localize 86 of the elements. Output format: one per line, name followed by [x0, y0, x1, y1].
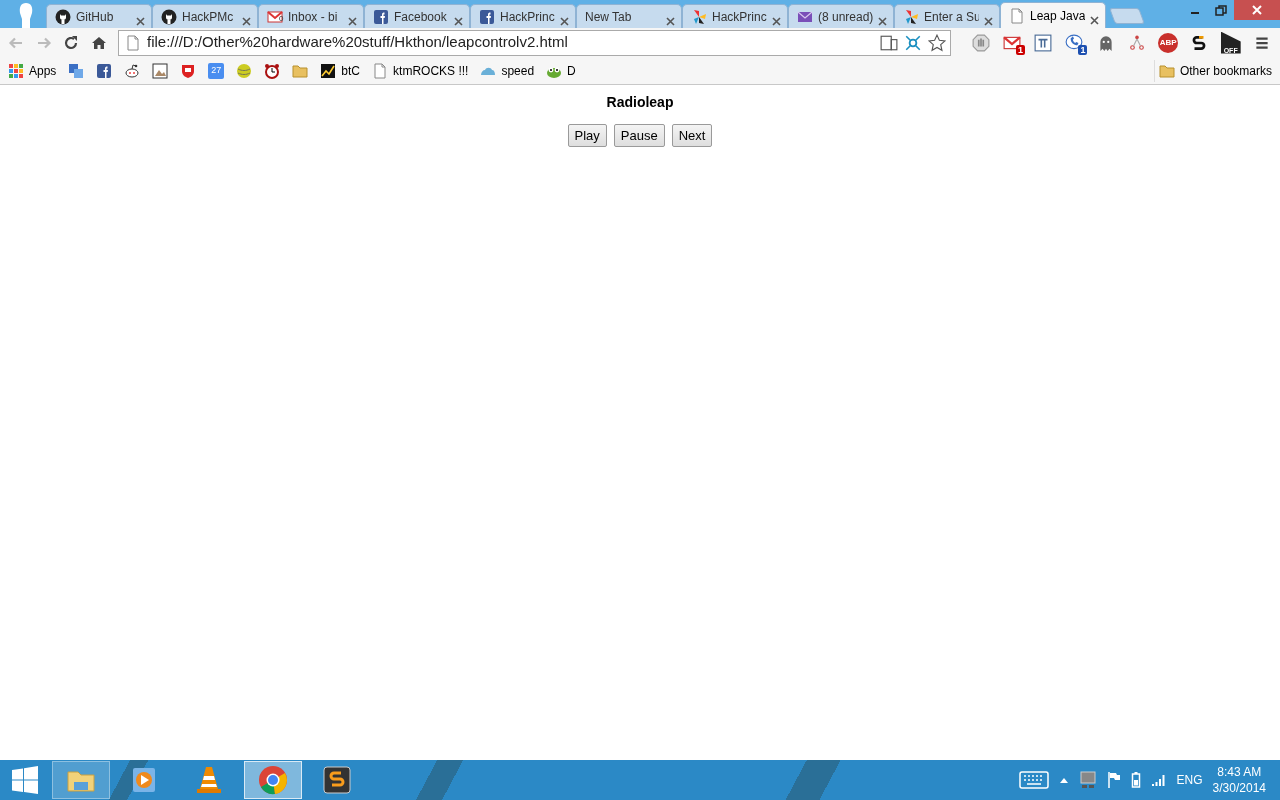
chrome-circle-icon[interactable] [257, 764, 289, 796]
battery-icon[interactable] [1130, 771, 1141, 789]
caret-up-icon[interactable] [1058, 776, 1069, 784]
close-icon[interactable] [560, 16, 569, 26]
monitor-icon[interactable] [1078, 771, 1097, 789]
sublime-s-icon[interactable] [321, 764, 353, 796]
ball-icon[interactable] [236, 62, 253, 79]
browser-tab[interactable]: Leap Java [1000, 2, 1106, 28]
tab-title: GitHub [76, 8, 115, 26]
close-icon[interactable] [772, 16, 781, 26]
page-icon [372, 62, 389, 79]
tab-title: Leap Java [1030, 7, 1085, 25]
reload-icon[interactable] [63, 34, 80, 51]
page-icon [125, 34, 141, 51]
browser-tab[interactable]: GitHub [46, 4, 152, 28]
pinwheel-icon [903, 8, 919, 25]
phone-bubble-icon[interactable] [1065, 33, 1084, 52]
browser-tab[interactable]: HackPMc [152, 4, 258, 28]
keyboard-icon[interactable] [1018, 771, 1049, 789]
browser-tab[interactable]: 0 Inbox - bi [258, 4, 364, 28]
close-icon[interactable] [1090, 15, 1099, 25]
close-icon[interactable] [136, 16, 145, 26]
tab-title: HackPMc [182, 8, 235, 26]
tab-title: Inbox - bi [288, 8, 339, 26]
tab-title: Facebook [394, 8, 448, 26]
tab-title: HackPrinc [500, 8, 555, 26]
language-indicator[interactable]: ENG [1176, 771, 1203, 789]
github-cat-icon [55, 8, 71, 25]
bookmark[interactable]: ktmROCKS !!! [368, 59, 473, 82]
folder-icon [1158, 62, 1175, 79]
other-bookmarks[interactable]: Other bookmarks [1153, 59, 1276, 82]
hand-stop-icon[interactable] [971, 33, 990, 52]
notification-badge: 1 [1015, 44, 1025, 55]
close-icon[interactable] [666, 16, 675, 26]
page-heading: Radioleap [606, 94, 674, 111]
pinwheel-icon [691, 8, 707, 25]
page-button[interactable]: Pause [613, 123, 665, 148]
home-icon[interactable] [90, 34, 107, 51]
bookmark[interactable]: Apps [4, 59, 61, 82]
chart-icon [320, 62, 337, 79]
close-icon[interactable] [242, 16, 251, 26]
alien-icon[interactable] [124, 62, 141, 79]
page-button[interactable]: Play [567, 123, 607, 148]
photo-icon[interactable] [152, 62, 169, 79]
clock-time[interactable]: 8:43 AM [1217, 764, 1262, 780]
translate-icon[interactable] [68, 62, 85, 79]
facebook-f-icon [479, 8, 495, 25]
windows-logo-icon[interactable] [11, 766, 39, 794]
close-icon[interactable] [454, 16, 463, 26]
page-button[interactable]: Next [671, 123, 713, 148]
restore-icon[interactable] [1214, 4, 1228, 16]
github-cat-icon [161, 8, 177, 25]
close-icon[interactable] [878, 16, 887, 26]
browser-tab[interactable]: Facebook [364, 4, 470, 28]
envelope-m-icon [267, 8, 283, 25]
close-icon[interactable] [984, 16, 993, 26]
bookmark[interactable]: btC [316, 59, 365, 82]
adblock-icon[interactable]: ABP [1158, 32, 1179, 53]
pi-icon[interactable] [1034, 33, 1053, 52]
grid-icon [8, 62, 24, 79]
devices-icon[interactable] [880, 33, 898, 52]
facebook-f-icon [373, 8, 389, 25]
tab-title: New Tab [585, 8, 633, 26]
alarm-clock-icon[interactable] [264, 62, 281, 79]
bookmark[interactable]: D [542, 59, 580, 82]
close-icon[interactable] [348, 16, 357, 26]
network-icon[interactable] [904, 33, 922, 52]
bookmark[interactable]: speed [476, 59, 539, 82]
close-icon[interactable] [1250, 4, 1264, 16]
unread-count: 0 [279, 14, 284, 23]
tab-title: HackPrinc [712, 8, 767, 26]
clock-date[interactable]: 3/30/2014 [1212, 780, 1266, 796]
signal-icon[interactable] [1150, 773, 1167, 787]
nodes-icon[interactable] [1127, 33, 1146, 52]
address-bar[interactable]: file:///D:/Other%20hardware%20stuff/Hkthon/leapcontrolv2.html [118, 29, 951, 56]
notification-badge: 1 [1078, 44, 1088, 55]
shield-icon[interactable] [180, 62, 197, 79]
star-icon[interactable] [928, 33, 946, 52]
flag-icon[interactable] [1106, 771, 1121, 789]
facebook-f-icon[interactable] [96, 62, 113, 79]
browser-tab[interactable]: HackPrinc [470, 4, 576, 28]
tab-title: (8 unread) [818, 8, 873, 26]
page-icon [1009, 7, 1025, 24]
browser-tab[interactable]: New Tab [576, 4, 682, 28]
browser-tab[interactable]: (8 unread) [788, 4, 894, 28]
browser-tab[interactable]: HackPrinc [682, 4, 788, 28]
